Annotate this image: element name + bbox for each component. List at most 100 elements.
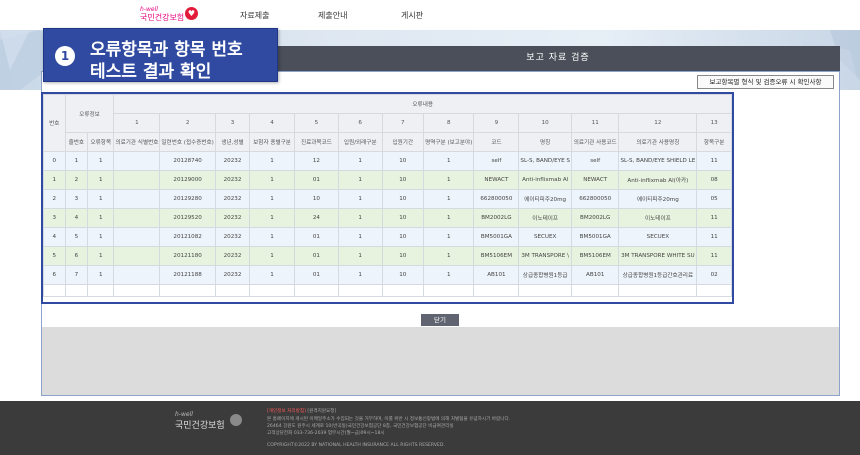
footer-logo-subtitle: h-well (175, 411, 193, 418)
site-logo[interactable]: h-well 국민건강보험 (140, 6, 184, 23)
table-row[interactable]: 3 4 1 20129520 20232 1 24 1 10 1 BM2002LG 이노테이프 BM20… (43, 208, 732, 228)
table-cell: 662800050 (473, 189, 520, 209)
column-name-header: 진료과목코드 (293, 132, 339, 152)
table-cell: 1 (423, 208, 475, 228)
table-row[interactable]: 0 1 1 20128740 20232 1 12 1 10 1 self SL-S, BAND/EY… (43, 151, 732, 171)
table-cell (113, 227, 161, 247)
table-cell: SECUEX (518, 227, 572, 247)
column-name-header: 입원/외래구분 (337, 132, 383, 152)
table-cell: 01 (293, 246, 339, 266)
table-cell: 12 (293, 151, 339, 171)
footer-copyright: COPYRIGHT©2022 BY NATIONAL HEALTH INSURA… (267, 443, 445, 448)
table-cell: 에이티피주20mg (518, 189, 572, 209)
column-name-header: 명칭 (518, 132, 572, 152)
table-row[interactable]: 5 6 1 20121180 20232 1 01 1 10 1 BM5106EM 3M TRANSP… (43, 246, 732, 266)
table-row[interactable]: 6 7 1 20121188 20232 1 01 1 10 1 AB101 상급종합병원1등급 AB1… (43, 265, 732, 285)
table-cell: 20232 (214, 208, 251, 228)
table-cell: 20121180 (159, 246, 216, 266)
table-cell: 1 (423, 246, 475, 266)
table-cell: 1 (87, 246, 115, 266)
table-cell: 1 (337, 208, 383, 228)
table-cell (113, 208, 161, 228)
table-cell: 20232 (214, 151, 251, 171)
table-cell: 1 (87, 189, 115, 209)
table-cell: 에이티피주20mg (618, 189, 698, 209)
table-cell: 20121188 (159, 265, 216, 285)
table-cell: 5 (64, 227, 89, 247)
table-cell: 05 (696, 189, 732, 209)
table-cell: 10 (381, 208, 425, 228)
table-row[interactable]: 1 2 1 20129000 20232 1 01 1 10 1 NEWACT Anti-inflix… (43, 170, 732, 190)
table-cell: 20129280 (159, 189, 216, 209)
table-cell: 20232 (214, 227, 251, 247)
table-cell: BM5106EM (473, 246, 520, 266)
column-number-header: 10 (518, 113, 572, 133)
nav-item-data-submit[interactable]: 자료제출 (240, 10, 269, 21)
table-cell: BM5001GA (570, 227, 620, 247)
table-cell: 10 (381, 189, 425, 209)
table-cell: NEWACT (473, 170, 520, 190)
table-cell: 02 (696, 265, 732, 285)
nav-item-board[interactable]: 게시판 (401, 10, 423, 21)
table-cell: 1 (64, 151, 89, 171)
footer-contact: 고객상담전화 033-736-2039 업무시간(월~금)09시~18시 (267, 431, 385, 436)
table-cell: 이노테이프 (518, 208, 572, 228)
column-number-header: 9 (473, 113, 520, 133)
table-row[interactable]: 2 3 1 20129280 20232 1 10 1 10 1 662800050 에이티피주20m… (43, 189, 732, 209)
heart-logo-icon: ♥ (185, 7, 198, 20)
table-cell: 20128740 (159, 151, 216, 171)
table-cell: SL-S, BAND/EYE S (518, 151, 572, 171)
table-cell: 1 (337, 189, 383, 209)
footer-privacy-link[interactable]: [개인정보 처리방침] [원격지원요청] (267, 408, 336, 414)
table-cell: BM2002LG (473, 208, 520, 228)
column-name-header: 의료기관 사용명칭 (618, 132, 698, 152)
table-cell: 5 (43, 246, 66, 266)
table-filler-row (43, 284, 732, 297)
header-no: 번호 (43, 94, 66, 152)
table-cell: 11 (696, 246, 732, 266)
table-cell: 20232 (214, 265, 251, 285)
footer-logo-name: 국민건강보험 (175, 421, 225, 431)
table-cell: 1 (87, 227, 115, 247)
table-cell: 1 (249, 189, 295, 209)
check-guidance-button[interactable]: 보고항목별 형식 및 검증오류 시 확인사항 (697, 75, 834, 89)
table-cell: 1 (87, 265, 115, 285)
column-number-header: 5 (293, 113, 339, 133)
table-cell: 11 (696, 151, 732, 171)
footer-address: 26464 강원도 원주시 세계로 10(반곡동)국민건강보험공단 8층, 국민… (267, 424, 454, 429)
column-name-header: 일련번호 (접수증번호) (159, 132, 216, 152)
header-error-content: 오류내용 (113, 94, 732, 114)
table-cell: 10 (381, 227, 425, 247)
table-cell: 1 (43, 170, 66, 190)
column-name-header: 입원기간 (381, 132, 425, 152)
footer-logo: h-well 국민건강보험 (175, 411, 225, 431)
table-row[interactable]: 4 5 1 20121082 20232 1 01 1 10 1 BM5001GA SECUEX BM5… (43, 227, 732, 247)
nav-item-submit-guide[interactable]: 제출안내 (318, 10, 347, 21)
table-cell: 상급종합병원1등급 (518, 265, 572, 285)
footer-heart-icon (230, 414, 242, 426)
table-cell: 20232 (214, 170, 251, 190)
table-cell: AB101 (473, 265, 520, 285)
table-cell: 01 (293, 170, 339, 190)
column-number-header: 12 (618, 113, 698, 133)
table-cell: BM5001GA (473, 227, 520, 247)
table-cell: 1 (87, 170, 115, 190)
dialog-empty-area (42, 327, 839, 395)
table-cell: 상급종합병원1등급간호관리료 (618, 265, 698, 285)
column-name-header: 항목구분 (696, 132, 732, 152)
column-number-header: 1 (113, 113, 161, 133)
table-cell: 1 (423, 227, 475, 247)
table-cell: 1 (337, 170, 383, 190)
column-number-header: 8 (423, 113, 475, 133)
column-number-header: 6 (337, 113, 383, 133)
table-cell: Anti-inflixmab Al (518, 170, 572, 190)
table-cell: 6 (64, 246, 89, 266)
table-cell (113, 170, 161, 190)
close-button[interactable]: 닫기 (421, 314, 459, 326)
logo-name: 국민건강보험 (140, 13, 185, 22)
table-cell: 11 (696, 227, 732, 247)
column-name-header: 생년,성별 (214, 132, 251, 152)
table-cell: 1 (337, 151, 383, 171)
column-name-header: 코드 (473, 132, 520, 152)
table-cell: 1 (87, 151, 115, 171)
